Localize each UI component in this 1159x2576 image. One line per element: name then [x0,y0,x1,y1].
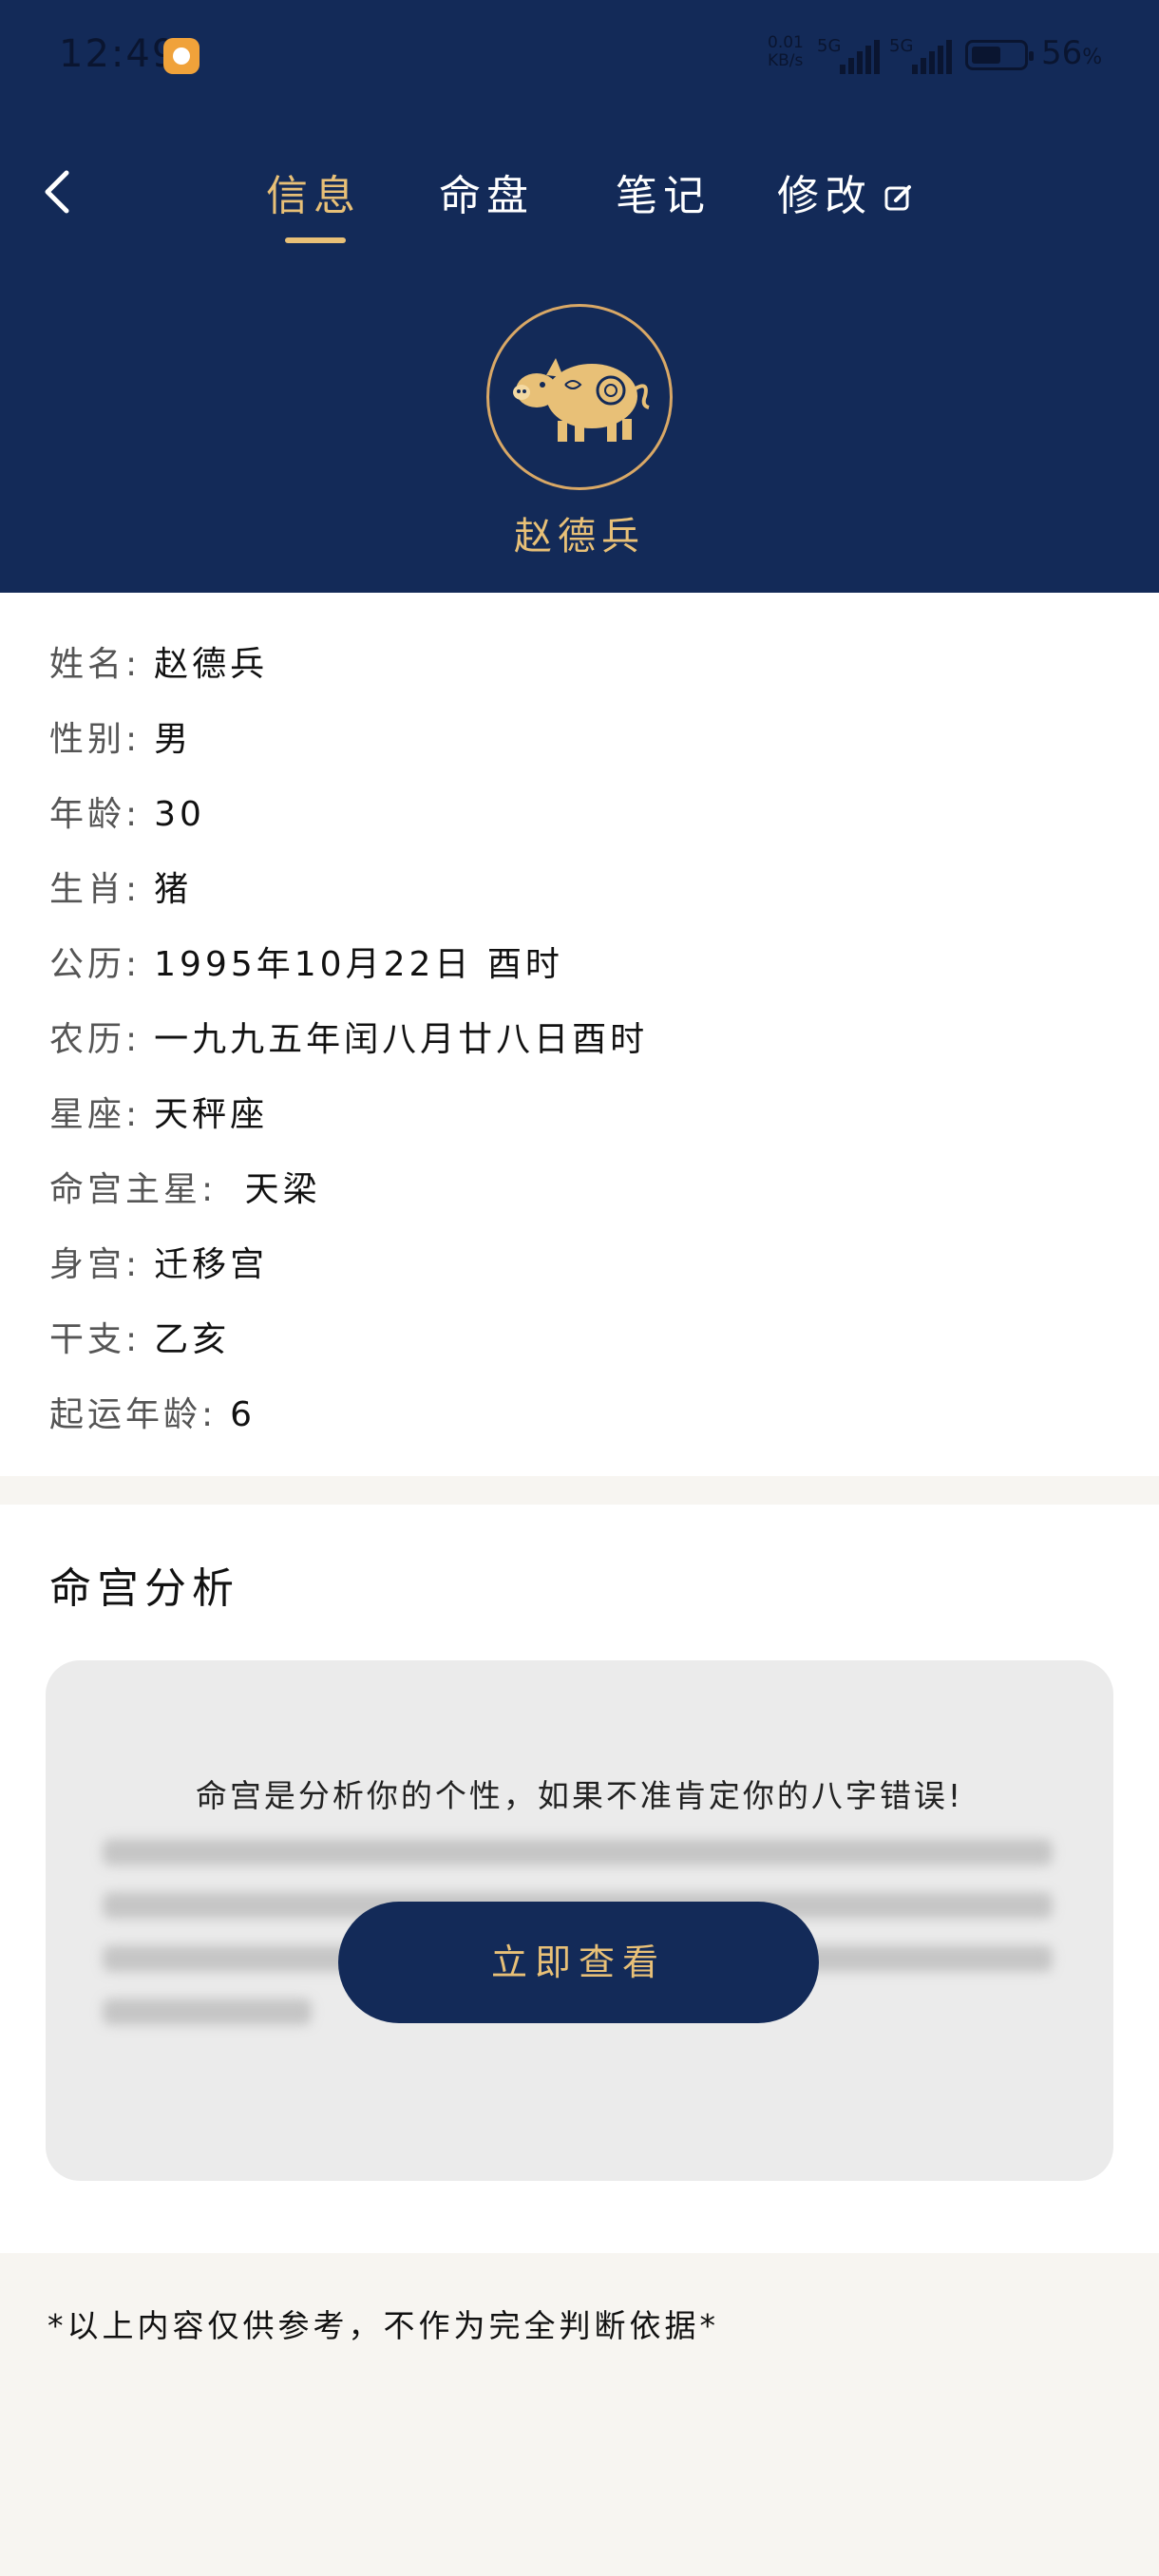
tab-notes[interactable]: 笔记 [616,161,711,222]
battery-icon [965,40,1034,70]
status-time: 12:49 [59,32,179,76]
tab-info[interactable]: 信息 [266,161,361,222]
analysis-section: 命宫分析 命宫是分析你的个性，如果不准肯定你的八字错误! 立即查看 [0,1505,1159,2253]
tab-edit[interactable]: 修改 [777,161,872,222]
info-row-zodiac: 生肖: 猪 [49,870,193,909]
battery-percent: 56% [1041,34,1103,72]
edit-icon[interactable] [884,182,914,213]
info-row-solar-date: 公历: 1995年10月22日 酉时 [49,945,563,984]
section-title: 命宫分析 [49,1564,239,1613]
analysis-intro: 命宫是分析你的个性，如果不准肯定你的八字错误! [195,1777,964,1814]
sim2-network-type: 5G [889,36,914,56]
info-row-body-palace: 身宫: 迁移宫 [49,1245,269,1284]
analysis-card: 命宫是分析你的个性，如果不准肯定你的八字错误! 立即查看 [46,1660,1113,2181]
info-row-name: 姓名: 赵德兵 [49,645,269,684]
info-row-luck-start-age: 起运年龄: 6 [49,1395,256,1434]
network-speed: 0.01 KB/s [768,33,804,70]
zodiac-avatar [486,304,673,490]
disclaimer-note: *以上内容仅供参考，不作为完全判断依据* [48,2307,719,2344]
notification-app-icon [163,38,200,74]
info-row-main-star: 命宫主星: 天梁 [49,1170,321,1209]
signal-icon-2 [912,40,956,74]
status-bar: 12:49 0.01 KB/s 5G 5G 56% [0,0,1159,114]
info-panel: 姓名: 赵德兵 性别: 男 年龄: 30 生肖: 猪 公历: 1995年10月22日 酉时… [0,593,1159,1476]
info-row-lunar-date: 农历: 一九九五年闰八月廿八日酉时 [49,1020,649,1059]
blurred-text-line [103,1998,312,2025]
info-row-gender: 性别: 男 [49,720,193,759]
info-row-ganzhi: 干支: 乙亥 [49,1320,231,1359]
app-header: 12:49 0.01 KB/s 5G 5G 56% 信息 命盘 笔记 修改 赵德… [0,0,1159,593]
active-tab-indicator [285,237,346,243]
back-arrow-icon[interactable] [36,163,84,220]
pig-icon [513,358,650,442]
signal-icon-1 [840,40,884,74]
tab-chart[interactable]: 命盘 [439,161,534,222]
info-row-constellation: 星座: 天秤座 [49,1095,269,1134]
view-now-button[interactable]: 立即查看 [338,1902,819,2023]
sim1-network-type: 5G [817,36,842,56]
profile-name: 赵德兵 [514,515,645,559]
blurred-text-line [103,1839,1053,1866]
info-row-age: 年龄: 30 [49,795,205,834]
